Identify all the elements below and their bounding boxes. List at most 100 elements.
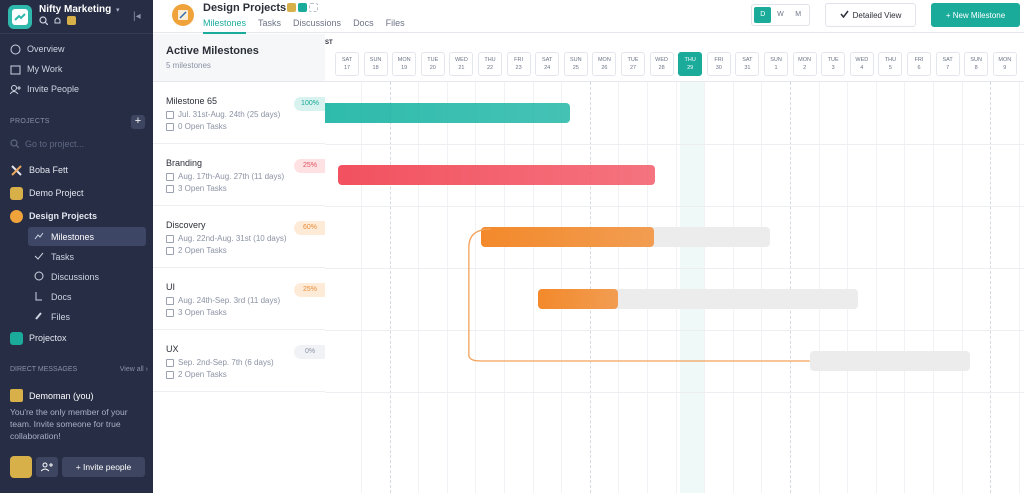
project-label: Boba Fett (29, 165, 69, 175)
tools-icon (10, 164, 23, 177)
milestone-name[interactable]: UX (166, 344, 179, 354)
milestone-tasks: 0 Open Tasks (178, 122, 227, 131)
chevron-down-icon[interactable]: ▾ (116, 6, 120, 14)
check-icon (34, 251, 44, 263)
nav-invite-people[interactable]: Invite People (9, 81, 80, 97)
nav-label: Overview (27, 44, 65, 54)
project-tabs: Milestones Tasks Discussions Docs Files (203, 18, 405, 34)
subnav-label: Milestones (51, 231, 95, 242)
bell-icon[interactable] (53, 16, 62, 25)
project-avatar (10, 209, 23, 223)
calendar-icon (166, 358, 174, 367)
add-project-button[interactable]: + (131, 115, 145, 129)
dependency-connector (468, 228, 810, 362)
subnav-discussions[interactable]: Discussions (28, 267, 146, 286)
project-boba-fett[interactable]: Boba Fett (10, 162, 68, 178)
add-member-icon[interactable] (309, 3, 318, 12)
milestone-dates: Jul. 31st-Aug. 24th (25 days) (178, 110, 281, 119)
project-label: Demo Project (29, 188, 84, 198)
milestones-icon (34, 231, 44, 243)
tab-files[interactable]: Files (386, 18, 405, 34)
tasks-icon (166, 246, 174, 255)
calendar-icon (166, 296, 174, 305)
subnav-docs[interactable]: Docs (28, 287, 146, 306)
detailed-view-button[interactable]: Detailed View (825, 3, 916, 27)
view-all-link[interactable]: View all › (120, 366, 148, 373)
user-avatar-icon[interactable] (67, 16, 76, 25)
zoom-month-button[interactable]: M (790, 7, 807, 23)
project-design-projects[interactable]: Design Projects (10, 208, 97, 224)
workspace-switcher[interactable]: Nifty Marketing ▾ (8, 3, 148, 29)
overview-icon (10, 44, 21, 55)
tab-tasks[interactable]: Tasks (258, 18, 281, 34)
milestone-row[interactable]: Branding Aug. 17th-Aug. 27th (11 days) 3… (153, 144, 326, 206)
zoom-toggle: D W M (751, 4, 810, 26)
milestone-name[interactable]: Branding (166, 158, 202, 168)
gantt-timeline: ST SAT 17 SUN 18 MON 19 TUE 20 WED 21 THU 22 FRI 23 SA… (325, 34, 1024, 493)
project-label: Design Projects (29, 211, 98, 221)
milestone-list: Active Milestones 5 milestones Milestone… (153, 34, 326, 493)
subnav-label: Docs (51, 291, 72, 302)
new-milestone-button[interactable]: + New Milestone (931, 3, 1020, 27)
subnav-tasks[interactable]: Tasks (28, 247, 146, 266)
subnav-milestones[interactable]: Milestones (28, 227, 146, 246)
milestone-tasks: 3 Open Tasks (178, 184, 227, 193)
percent-badge: 25% (294, 283, 326, 297)
tab-milestones[interactable]: Milestones (203, 18, 247, 34)
invite-people-button[interactable]: + Invite people (62, 457, 145, 477)
nav-label: My Work (27, 64, 63, 74)
subnav-files[interactable]: Files (28, 307, 146, 326)
direct-messages-label: DIRECT MESSAGES (10, 366, 78, 373)
dependency-line (468, 228, 810, 362)
nav-my-work[interactable]: My Work (10, 61, 62, 77)
dm-user[interactable]: Demoman (you) (10, 389, 94, 402)
percent-badge: 0% (294, 345, 326, 359)
milestone-row[interactable]: Discovery Aug. 22nd-Aug. 31st (10 days) … (153, 206, 326, 268)
milestone-name[interactable]: Discovery (166, 220, 206, 230)
percent-badge: 25% (294, 159, 326, 173)
tab-docs[interactable]: Docs (353, 18, 374, 34)
calendar-icon (166, 172, 174, 181)
files-icon (34, 311, 44, 323)
milestone-tasks: 3 Open Tasks (178, 308, 227, 317)
invite-icon (9, 84, 21, 95)
collapse-sidebar-icon[interactable]: |◂ (133, 11, 143, 23)
workspace-name[interactable]: Nifty Marketing (39, 4, 111, 15)
dm-note: You're the only member of your team. Inv… (10, 407, 128, 441)
milestone-tasks: 2 Open Tasks (178, 370, 227, 379)
project-label: Projectox (29, 333, 67, 343)
search-icon (10, 138, 20, 150)
check-icon (840, 10, 849, 20)
milestone-name[interactable]: UI (166, 282, 175, 292)
project-projectox[interactable]: Projectox (10, 330, 67, 346)
milestone-row[interactable]: Milestone 65 Jul. 31st-Aug. 24th (25 day… (153, 82, 326, 144)
add-user-button[interactable] (36, 457, 58, 477)
detailed-view-label: Detailed View (852, 10, 902, 20)
milestone-dates: Aug. 17th-Aug. 27th (11 days) (178, 172, 285, 181)
projects-label: PROJECTS (10, 118, 50, 125)
list-title: Active Milestones (166, 45, 259, 57)
project-demo-project[interactable]: Demo Project (10, 185, 84, 201)
avatar (287, 3, 296, 12)
milestone-dates: Sep. 2nd-Sep. 7th (6 days) (178, 358, 274, 367)
percent-badge: 100% (294, 97, 326, 111)
milestone-row[interactable]: UX Sep. 2nd-Sep. 7th (6 days) 2 Open Tas… (153, 330, 326, 392)
milestone-row[interactable]: UI Aug. 24th-Sep. 3rd (11 days) 3 Open T… (153, 268, 326, 330)
percent-badge: 60% (294, 221, 326, 235)
milestone-dates: Aug. 24th-Sep. 3rd (11 days) (178, 296, 281, 305)
milestone-name[interactable]: Milestone 65 (166, 96, 217, 106)
subnav-label: Discussions (51, 271, 100, 282)
tasks-icon (166, 184, 174, 193)
calendar-icon (10, 64, 21, 75)
discussion-icon (34, 271, 44, 283)
search-icon[interactable] (39, 16, 49, 26)
avatar[interactable] (10, 456, 32, 478)
nav-label: Invite People (27, 84, 80, 94)
zoom-week-button[interactable]: W (772, 7, 789, 23)
workspace-logo (8, 5, 32, 29)
nav-overview[interactable]: Overview (10, 41, 65, 57)
zoom-day-button[interactable]: D (754, 7, 772, 23)
tab-discussions[interactable]: Discussions (293, 18, 341, 34)
divider (0, 33, 153, 34)
goto-project-search[interactable]: Go to project... (10, 136, 146, 152)
